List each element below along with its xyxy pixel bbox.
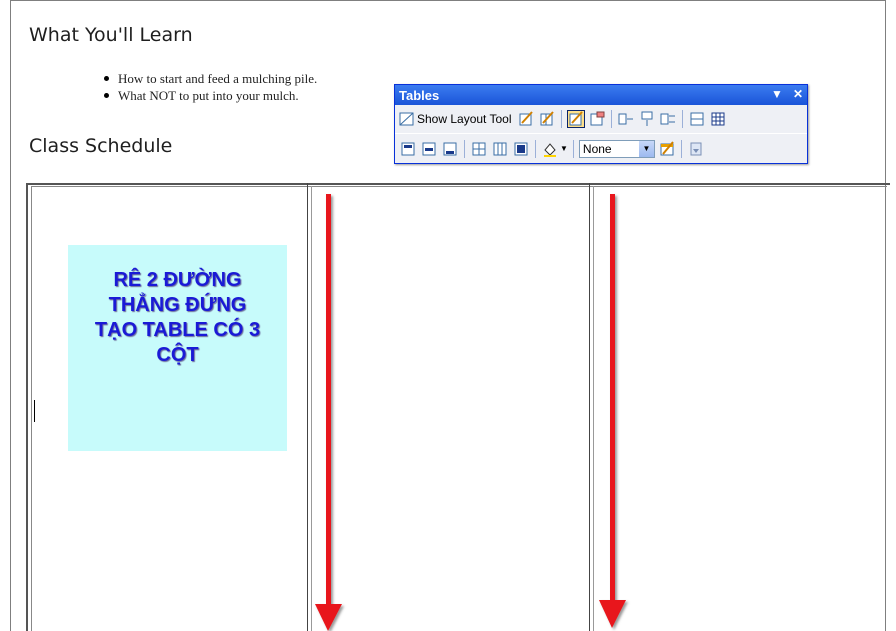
fill-down-icon xyxy=(690,142,702,155)
draw-layout-table-button[interactable] xyxy=(517,110,535,128)
insert-column-icon xyxy=(641,111,653,126)
align-middle-icon xyxy=(422,142,436,155)
toolbar-separator xyxy=(560,110,562,128)
toolbar-title: Tables xyxy=(399,87,440,103)
show-layout-tool-button[interactable]: Show Layout Tool xyxy=(399,109,514,129)
draw-cell-icon xyxy=(540,111,554,126)
fill-color-button[interactable] xyxy=(541,140,559,158)
show-layout-tool-label: Show Layout Tool xyxy=(417,112,512,126)
toolbar-row-1: Show Layout Tool xyxy=(395,105,807,133)
chevron-down-icon[interactable]: ▼ xyxy=(638,140,654,157)
toolbar-separator xyxy=(572,139,574,158)
toolbar-separator xyxy=(610,110,612,128)
autofit-icon xyxy=(514,142,528,155)
align-middle-button[interactable] xyxy=(420,140,438,158)
tables-toolbar[interactable]: Tables ▼ ✕ Show Layout Tool ▼ None ▼ xyxy=(394,84,808,164)
merge-cells-button[interactable] xyxy=(659,110,677,128)
toolbar-separator xyxy=(535,139,536,158)
split-cells-icon xyxy=(690,112,704,126)
align-bottom-icon xyxy=(443,142,457,155)
table-grid-button[interactable] xyxy=(709,110,727,128)
split-cells-button[interactable] xyxy=(688,110,706,128)
align-bottom-button[interactable] xyxy=(441,140,459,158)
cell-formatting-select[interactable]: None ▼ xyxy=(578,139,655,158)
distribute-columns-button[interactable] xyxy=(491,140,509,158)
align-top-button[interactable] xyxy=(399,140,417,158)
fill-color-dropdown-icon[interactable]: ▼ xyxy=(560,144,568,153)
align-top-icon xyxy=(401,142,415,155)
distribute-rows-button[interactable] xyxy=(470,140,488,158)
toolbar-title-bar[interactable]: Tables ▼ ✕ xyxy=(395,85,807,105)
down-arrow-icon xyxy=(599,194,626,628)
toolbar-separator xyxy=(464,139,465,158)
down-arrow-icon xyxy=(315,194,342,631)
toolbar-options-icon[interactable]: ▼ xyxy=(771,87,783,101)
insert-column-button[interactable] xyxy=(638,110,656,128)
eraser-button[interactable] xyxy=(588,110,606,128)
paint-bucket-icon xyxy=(544,142,556,157)
table-grid-icon xyxy=(711,112,725,126)
merge-cells-icon xyxy=(660,113,675,125)
distribute-columns-icon xyxy=(493,142,507,155)
close-icon[interactable]: ✕ xyxy=(793,87,803,101)
insert-row-icon xyxy=(618,113,633,125)
fill-down-button[interactable] xyxy=(687,140,705,158)
table-autoformat-icon xyxy=(660,140,674,155)
toolbar-row-2: ▼ None ▼ xyxy=(395,133,807,163)
toolbar-separator xyxy=(681,110,683,128)
layout-tool-icon xyxy=(399,112,414,126)
cell-formatting-value: None xyxy=(582,141,612,156)
draw-table-icon xyxy=(519,111,533,126)
apply-formatting-button[interactable] xyxy=(658,140,676,158)
draw-layout-cell-button[interactable] xyxy=(538,110,556,128)
eraser-icon xyxy=(590,111,605,126)
insert-row-button[interactable] xyxy=(617,110,635,128)
draw-table-button[interactable] xyxy=(566,110,585,128)
autofit-button[interactable] xyxy=(512,140,530,158)
toolbar-separator xyxy=(680,139,682,158)
draw-table-pencil-icon xyxy=(569,111,583,126)
distribute-rows-icon xyxy=(472,142,486,155)
